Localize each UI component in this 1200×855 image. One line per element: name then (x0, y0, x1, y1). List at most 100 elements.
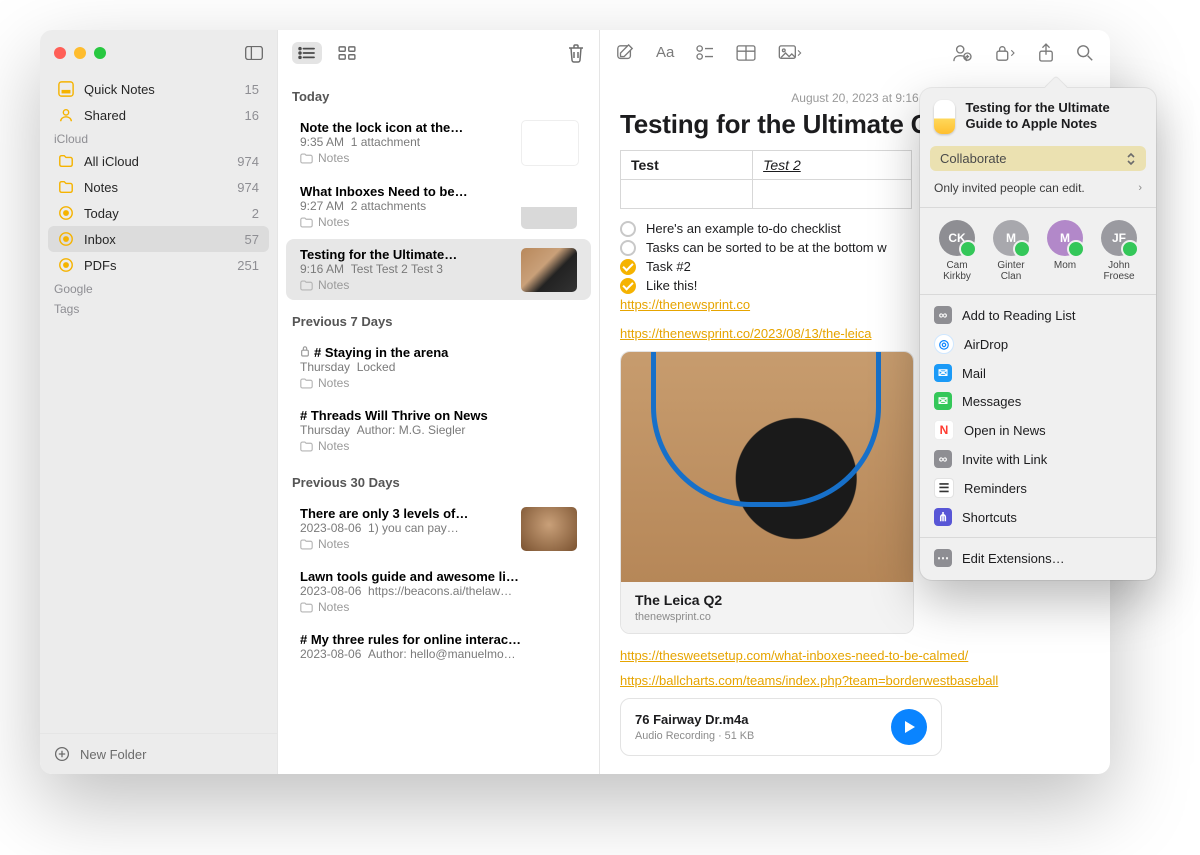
new-folder-button[interactable]: New Folder (40, 733, 277, 774)
share-contact[interactable]: JF John Froese (1095, 220, 1143, 282)
share-contact[interactable]: M Mom (1041, 220, 1089, 282)
table-cell[interactable] (753, 179, 912, 208)
airdrop-icon: ◎ (934, 334, 954, 354)
checkbox-icon[interactable] (620, 221, 636, 237)
share-contact[interactable]: CK Cam Kirkby (933, 220, 981, 282)
media-icon[interactable] (778, 45, 802, 61)
link[interactable]: https://thenewsprint.co/2023/08/13/the-l… (620, 326, 872, 341)
sidebar-item-pdfs[interactable]: PDFs 251 (48, 252, 269, 278)
note-row[interactable]: What Inboxes Need to be… 9:27 AM 2 attac… (286, 176, 591, 237)
audio-title: 76 Fairway Dr.m4a (635, 712, 748, 727)
share-icon[interactable] (1038, 43, 1054, 63)
sidebar-item-label: PDFs (84, 258, 227, 273)
editor-toolbar: Aa (600, 30, 1110, 77)
edit-extensions-item[interactable]: ⋯ Edit Extensions… (920, 544, 1156, 572)
close-window-icon[interactable] (54, 47, 66, 59)
chevron-updown-icon (1126, 152, 1136, 166)
note-meta: Thursday Locked (300, 360, 511, 374)
checklist-icon[interactable] (696, 45, 714, 61)
share-menu-short[interactable]: ⋔ Shortcuts (920, 503, 1156, 531)
zoom-window-icon[interactable] (94, 47, 106, 59)
share-mode-select[interactable]: Collaborate (930, 146, 1146, 171)
note-row[interactable]: Testing for the Ultimate… 9:16 AM Test T… (286, 239, 591, 300)
share-menu-mail[interactable]: ✉ Mail (920, 359, 1156, 387)
list-view-icon[interactable] (292, 42, 322, 64)
note-row[interactable]: # Staying in the arena Thursday Locked N… (286, 337, 591, 398)
window-controls[interactable] (54, 47, 106, 59)
share-permissions-row[interactable]: Only invited people can edit. › (920, 175, 1156, 201)
sidebar-item-count: 2 (252, 206, 259, 221)
notes-app-icon (934, 100, 955, 134)
shared-icon (58, 107, 74, 123)
checklist-text[interactable]: Tasks can be sorted to be at the bottom … (646, 240, 887, 255)
sidebar-item-quick notes[interactable]: Quick Notes 15 (48, 76, 269, 102)
collaborate-icon[interactable] (952, 44, 972, 62)
lock-icon[interactable] (994, 44, 1016, 62)
share-menu-readlist[interactable]: ∞ Add to Reading List (920, 301, 1156, 329)
checklist-text[interactable]: Here's an example to-do checklist (646, 221, 841, 236)
share-contact[interactable]: M Ginter Clan (987, 220, 1035, 282)
audio-meta: Audio Recording · 51 KB (635, 730, 754, 742)
menu-item-label: AirDrop (964, 337, 1008, 352)
share-mode-label: Collaborate (940, 151, 1007, 166)
table-icon[interactable] (736, 45, 756, 61)
text-style-icon[interactable]: Aa (656, 44, 674, 61)
note-meta: 9:35 AM 1 attachment (300, 135, 511, 149)
compose-icon[interactable] (616, 44, 634, 62)
note-folder: Notes (300, 537, 511, 551)
note-meta: Thursday Author: M.G. Siegler (300, 423, 511, 437)
checkbox-icon[interactable] (620, 240, 636, 256)
note-title: What Inboxes Need to be… (300, 184, 511, 199)
new-folder-label: New Folder (80, 747, 146, 762)
msg-icon: ✉ (934, 392, 952, 410)
sidebar-item-shared[interactable]: Shared 16 (48, 102, 269, 128)
gallery-view-icon[interactable] (338, 46, 356, 60)
trash-icon[interactable] (567, 43, 585, 63)
note-row[interactable]: # Threads Will Thrive on News Thursday A… (286, 400, 591, 461)
minimize-window-icon[interactable] (74, 47, 86, 59)
note-row[interactable]: Note the lock icon at the… 9:35 AM 1 att… (286, 112, 591, 174)
checklist-text[interactable]: Task #2 (646, 259, 691, 274)
table-cell[interactable] (621, 179, 753, 208)
note-row[interactable]: # My three rules for online interac… 202… (286, 624, 591, 669)
link-preview-card[interactable]: The Leica Q2thenewsprint.co (620, 351, 914, 634)
sidebar-item-inbox[interactable]: Inbox 57 (48, 226, 269, 252)
checkbox-icon[interactable] (620, 259, 636, 275)
sidebar-section-header[interactable]: Tags (40, 298, 277, 318)
search-icon[interactable] (1076, 44, 1094, 62)
sidebar-section-header[interactable]: iCloud (40, 128, 277, 148)
sidebar-item-label: Quick Notes (84, 82, 235, 97)
share-menu-rem[interactable]: ☰ Reminders (920, 473, 1156, 503)
avatar: M (993, 220, 1029, 256)
note-table[interactable]: Test Test 2 (620, 150, 912, 209)
play-icon[interactable] (891, 709, 927, 745)
menu-item-label: Add to Reading List (962, 308, 1075, 323)
table-cell[interactable]: Test 2 (753, 150, 912, 179)
card-image (621, 352, 913, 582)
note-row[interactable]: There are only 3 levels of… 2023-08-06 1… (286, 498, 591, 559)
link[interactable]: https://thesweetsetup.com/what-inboxes-n… (620, 648, 968, 663)
audio-attachment[interactable]: 76 Fairway Dr.m4a Audio Recording · 51 K… (620, 698, 942, 756)
folder-icon (58, 153, 74, 169)
link[interactable]: https://ballcharts.com/teams/index.php?t… (620, 673, 998, 688)
sidebar-section-header[interactable]: Google (40, 278, 277, 298)
list-group-header: Today (278, 77, 599, 110)
share-menu-airdrop[interactable]: ◎ AirDrop (920, 329, 1156, 359)
checkbox-icon[interactable] (620, 278, 636, 294)
share-menu-link[interactable]: ∞ Invite with Link (920, 445, 1156, 473)
avatar: CK (939, 220, 975, 256)
share-menu-msg[interactable]: ✉ Messages (920, 387, 1156, 415)
sidebar-item-all icloud[interactable]: All iCloud 974 (48, 148, 269, 174)
note-row[interactable]: Lawn tools guide and awesome li… 2023-08… (286, 561, 591, 622)
share-permissions-label: Only invited people can edit. (934, 181, 1085, 195)
share-menu-news[interactable]: N Open in News (920, 415, 1156, 445)
sidebar-item-today[interactable]: Today 2 (48, 200, 269, 226)
contact-name: Ginter Clan (987, 260, 1035, 282)
checklist-text[interactable]: Like this! (646, 278, 697, 293)
toggle-sidebar-icon[interactable] (245, 46, 263, 60)
sidebar-item-notes[interactable]: Notes 974 (48, 174, 269, 200)
sidebar-item-label: All iCloud (84, 154, 227, 169)
note-folder: Notes (300, 151, 511, 165)
table-cell[interactable]: Test (621, 150, 753, 179)
link[interactable]: https://thenewsprint.co (620, 297, 750, 312)
